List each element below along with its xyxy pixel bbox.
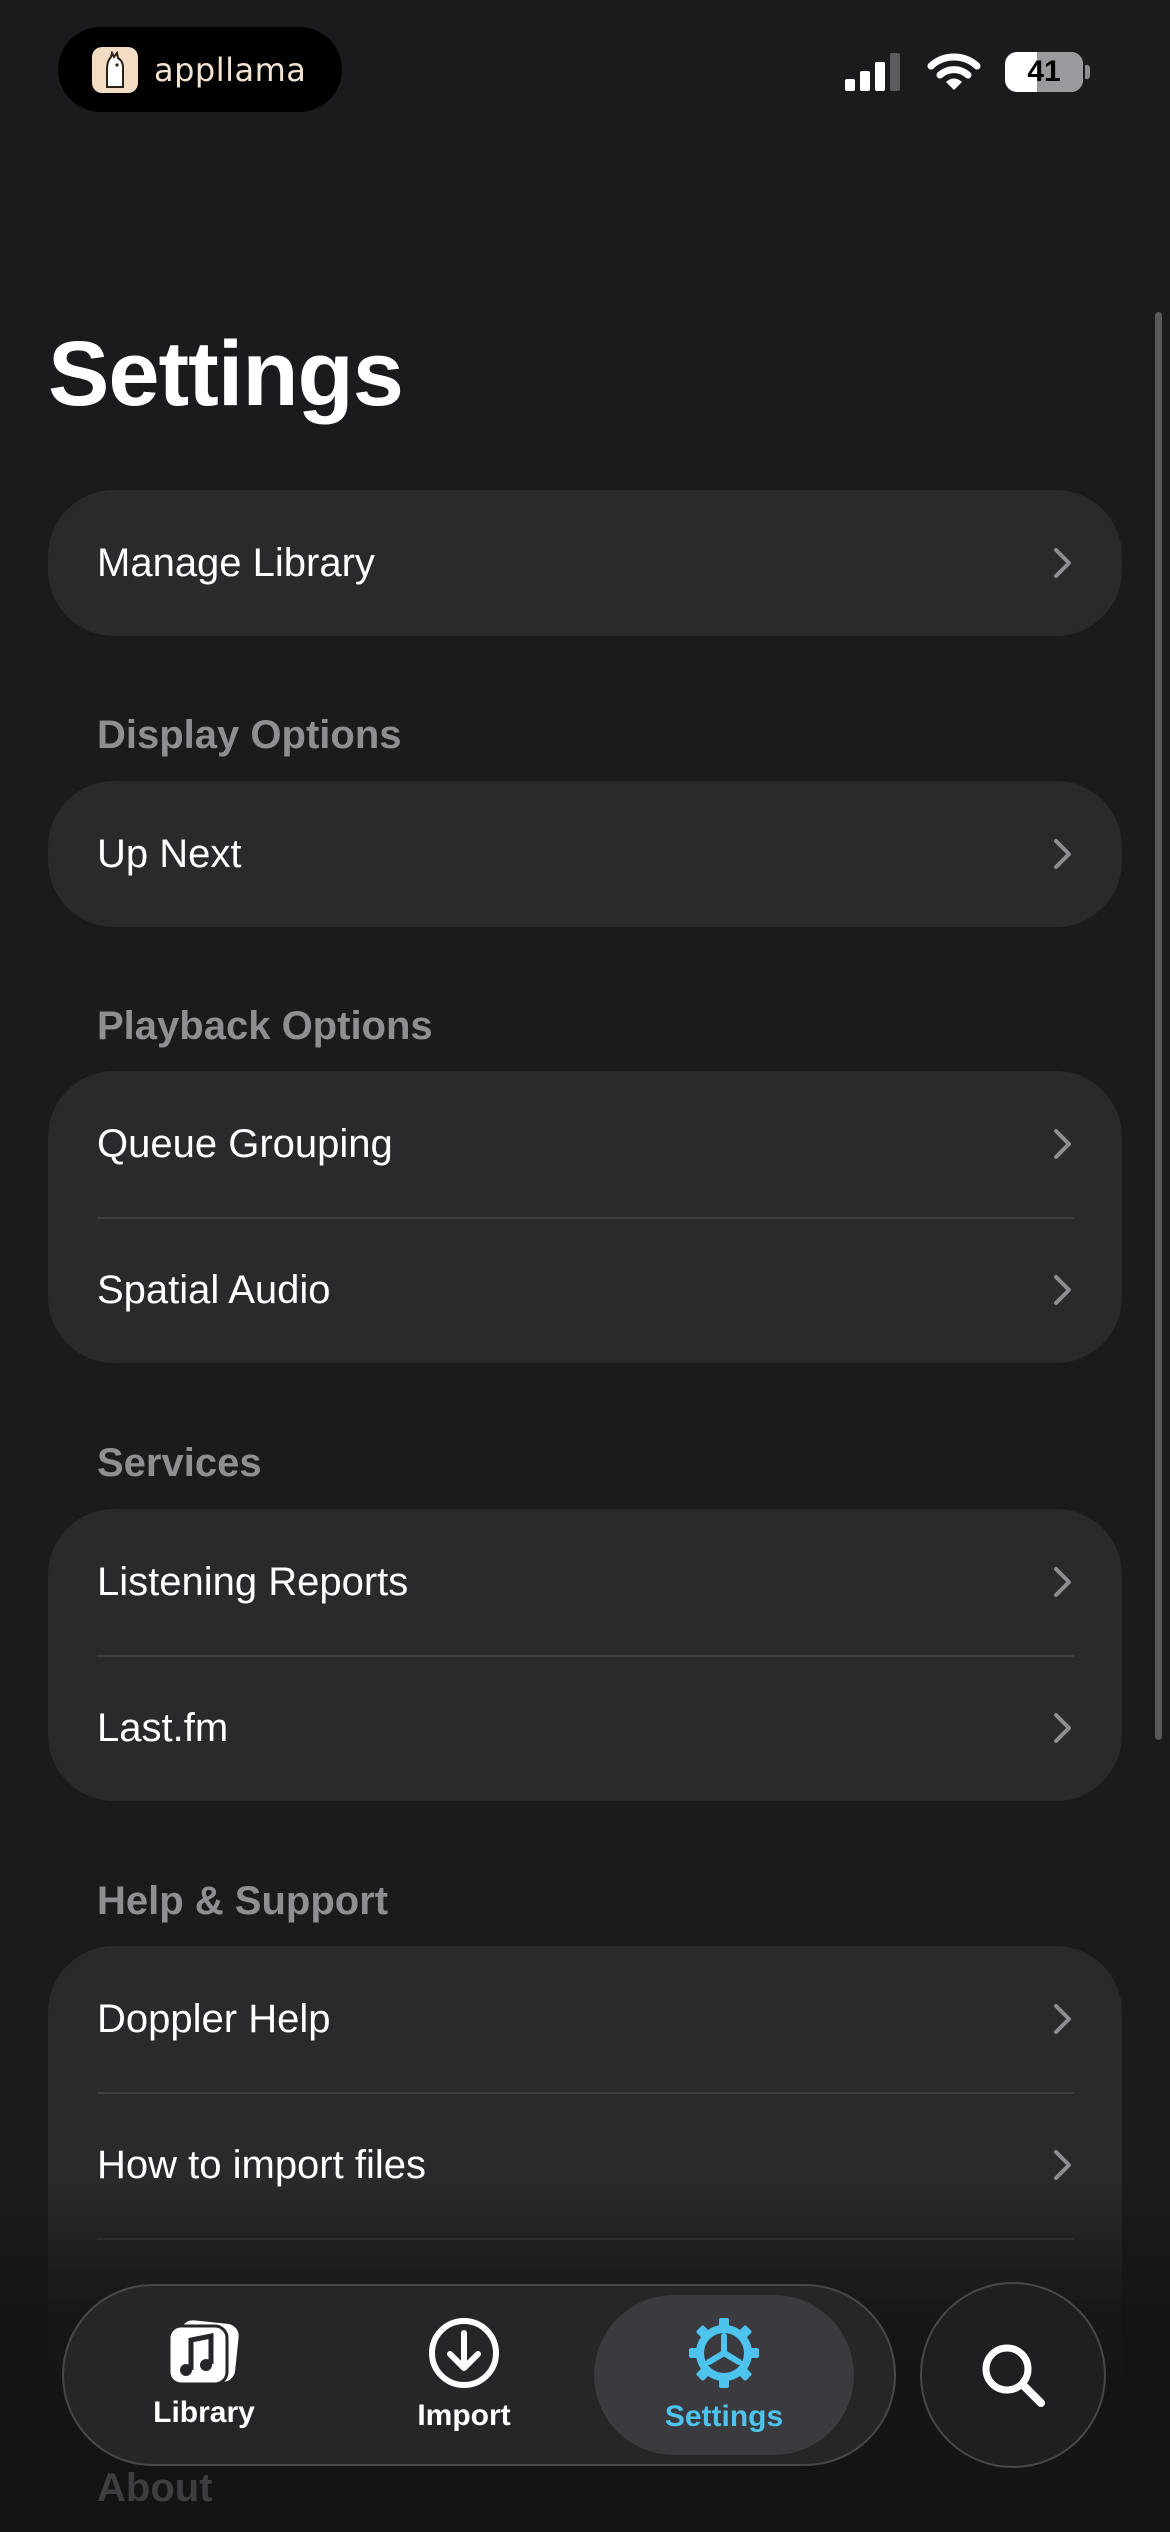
services-group: Listening Reports Last.fm	[48, 1509, 1122, 1801]
music-note-icon	[167, 2320, 239, 2386]
battery-indicator: 41	[1005, 52, 1090, 92]
section-header-playback: Playback Options	[97, 1004, 433, 1048]
playback-group: Queue Grouping Spatial Audio	[48, 1071, 1122, 1363]
section-header-about: About	[97, 2466, 213, 2510]
section-header-display: Display Options	[97, 713, 402, 757]
lastfm-row[interactable]: Last.fm	[48, 1655, 1122, 1801]
chevron-right-icon	[1054, 548, 1071, 578]
tab-label: Import	[417, 2399, 511, 2432]
status-icons: 41	[845, 52, 1090, 92]
tab-label: Settings	[664, 2400, 784, 2433]
up-next-row[interactable]: Up Next	[48, 781, 1122, 927]
llama-logo-icon	[92, 46, 138, 93]
tab-settings[interactable]: Settings	[594, 2295, 854, 2455]
listening-reports-row[interactable]: Listening Reports	[48, 1509, 1122, 1655]
search-icon	[982, 2344, 1045, 2407]
manage-library-row[interactable]: Manage Library	[48, 490, 1122, 636]
queue-grouping-row[interactable]: Queue Grouping	[48, 1071, 1122, 1217]
manage-group: Manage Library	[48, 490, 1122, 636]
row-label: Up Next	[97, 831, 242, 876]
doppler-help-row[interactable]: Doppler Help	[48, 1946, 1122, 2092]
settings-screen: appllama 41 Settings Manage Library Disp…	[0, 0, 1170, 2532]
download-circle-icon	[429, 2318, 499, 2388]
tab-library[interactable]: Library	[74, 2295, 334, 2455]
app-badge-text: appllama	[154, 50, 307, 89]
chevron-right-icon	[1054, 2004, 1071, 2034]
row-label: Last.fm	[97, 1705, 229, 1750]
page-title: Settings	[48, 323, 404, 425]
row-label: Spatial Audio	[97, 1267, 331, 1312]
scrollbar[interactable]	[1155, 312, 1162, 1740]
section-header-services: Services	[97, 1441, 262, 1485]
row-label: Listening Reports	[97, 1559, 409, 1604]
cellular-signal-icon	[845, 53, 900, 91]
chevron-right-icon	[1054, 1129, 1071, 1159]
row-label: Doppler Help	[97, 1996, 331, 2041]
chevron-right-icon	[1054, 1713, 1071, 1743]
tab-import[interactable]: Import	[334, 2295, 594, 2455]
chevron-right-icon	[1054, 1567, 1071, 1597]
battery-percentage: 41	[1027, 55, 1061, 88]
tab-bar: Library Import Settings	[62, 2284, 896, 2466]
chevron-right-icon	[1054, 2150, 1071, 2180]
display-group: Up Next	[48, 781, 1122, 927]
chevron-right-icon	[1054, 1275, 1071, 1305]
spatial-audio-row[interactable]: Spatial Audio	[48, 1217, 1122, 1363]
app-badge: appllama	[58, 27, 342, 112]
gear-icon	[689, 2318, 759, 2388]
tab-label: Library	[153, 2396, 255, 2429]
wifi-icon	[927, 53, 981, 90]
chevron-right-icon	[1054, 839, 1071, 869]
row-label: Queue Grouping	[97, 1121, 393, 1166]
section-header-help: Help & Support	[97, 1879, 389, 1923]
search-button[interactable]	[920, 2282, 1106, 2468]
row-label: Manage Library	[97, 540, 375, 585]
